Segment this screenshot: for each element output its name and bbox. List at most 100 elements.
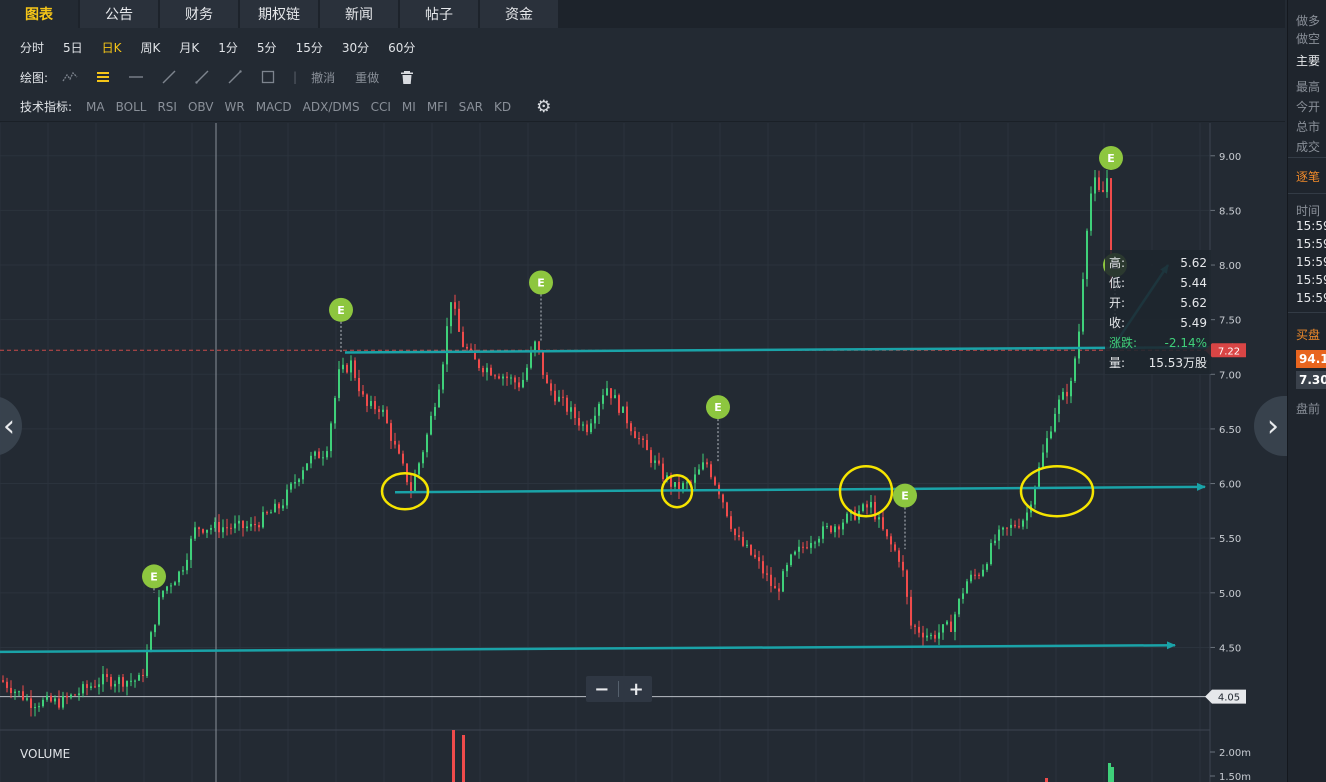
panel-item: 15:59 — [1296, 219, 1326, 233]
candle-body — [614, 395, 616, 399]
period-1[interactable]: 5日 — [63, 39, 83, 56]
indicator-mfi[interactable]: MFI — [427, 100, 448, 114]
earnings-marker-label: E — [1107, 152, 1115, 165]
support-trendline-mid[interactable] — [394, 482, 1206, 494]
indicator-cci[interactable]: CCI — [371, 100, 391, 114]
volume-bar — [452, 730, 455, 782]
support-trendline-low[interactable] — [0, 641, 1176, 654]
undo-button[interactable]: 撤消 — [311, 69, 335, 86]
panel-item: 15:59 — [1296, 255, 1326, 269]
candle-body — [194, 527, 196, 539]
info-key: 开: — [1109, 296, 1126, 310]
candle-body — [138, 675, 140, 681]
period-9[interactable]: 60分 — [388, 39, 415, 56]
gear-icon[interactable]: ⚙ — [536, 97, 551, 117]
candle-body — [922, 632, 924, 638]
drawing-label: 绘图: — [20, 70, 49, 85]
tab-3[interactable]: 期权链 — [240, 0, 318, 28]
info-key: 收: — [1109, 316, 1126, 330]
zoom-in-button[interactable]: + — [621, 679, 651, 700]
highlight-circle[interactable] — [1019, 464, 1095, 518]
candle-body — [422, 452, 424, 464]
candle-body — [398, 444, 400, 454]
candle-body — [374, 401, 376, 410]
candle-body — [230, 527, 232, 529]
candle-body — [1086, 230, 1088, 280]
highlight-circle[interactable] — [838, 464, 894, 518]
candle-body — [274, 503, 276, 513]
candle-body — [822, 526, 824, 539]
indicator-kd[interactable]: KD — [494, 100, 511, 114]
period-0[interactable]: 分时 — [20, 39, 44, 56]
extended-line-icon[interactable] — [227, 69, 243, 85]
indicator-macd[interactable]: MACD — [256, 100, 292, 114]
candle-body — [338, 369, 340, 398]
indicator-obv[interactable]: OBV — [188, 100, 214, 114]
candle-body — [174, 582, 176, 586]
candle-body — [774, 585, 776, 589]
indicator-boll[interactable]: BOLL — [116, 100, 147, 114]
rectangle-icon[interactable] — [260, 69, 276, 85]
period-8[interactable]: 30分 — [342, 39, 369, 56]
ray-line-icon[interactable] — [161, 69, 177, 85]
candle-body — [1026, 512, 1028, 521]
candle-body — [266, 512, 268, 514]
candle-body — [302, 470, 304, 480]
candle-body — [142, 675, 144, 677]
horizontal-line-icon[interactable] — [128, 69, 144, 85]
period-2[interactable]: 日K — [102, 39, 122, 56]
candlestick-chart[interactable]: 9.00 8.50 8.00 7.50 7.00 6.50 6.00 5.50 5.00 4.50… — [0, 123, 1285, 782]
candle-body — [1018, 526, 1020, 528]
trend-wave-icon[interactable] — [62, 69, 78, 85]
tab-0[interactable]: 图表 — [0, 0, 78, 28]
indicator-ma[interactable]: MA — [86, 100, 105, 114]
zoom-out-button[interactable]: − — [587, 679, 617, 700]
panel-item: 15:59 — [1296, 273, 1326, 287]
indicator-wr[interactable]: WR — [224, 100, 244, 114]
candle-body — [370, 401, 372, 406]
parallel-lines-icon[interactable] — [95, 69, 111, 85]
trash-icon[interactable] — [399, 69, 415, 85]
candle-body — [126, 680, 128, 687]
candle-body — [62, 695, 64, 708]
panel-divider — [1288, 157, 1326, 158]
tab-6[interactable]: 资金 — [480, 0, 558, 28]
candle-body — [1098, 177, 1100, 190]
candle-body — [866, 504, 868, 508]
candle-body — [542, 351, 544, 375]
tab-1[interactable]: 公告 — [80, 0, 158, 28]
indicator-rsi[interactable]: RSI — [157, 100, 177, 114]
redo-button[interactable]: 重做 — [355, 69, 379, 86]
panel-item[interactable]: 逐笔 — [1296, 168, 1320, 185]
candle-body — [354, 360, 356, 378]
candle-body — [42, 699, 44, 707]
candle-body — [722, 494, 724, 503]
indicator-adx-dms[interactable]: ADX/DMS — [303, 100, 360, 114]
period-4[interactable]: 月K — [179, 39, 199, 56]
candle-body — [318, 451, 320, 459]
candle-body — [242, 520, 244, 529]
candle-body — [518, 382, 520, 388]
candle-body — [238, 520, 240, 524]
candle-body — [818, 538, 820, 543]
volume-tick-label: 2.00m — [1219, 748, 1251, 759]
candle-body — [330, 423, 332, 452]
candle-body — [450, 302, 452, 327]
period-7[interactable]: 15分 — [296, 39, 323, 56]
candle-body — [826, 525, 828, 527]
period-5[interactable]: 1分 — [218, 39, 238, 56]
indicator-mi[interactable]: MI — [402, 100, 416, 114]
tab-4[interactable]: 新闻 — [320, 0, 398, 28]
info-key: 低: — [1109, 276, 1126, 290]
info-value: -2.14% — [1164, 336, 1207, 350]
segment-line-icon[interactable] — [194, 69, 210, 85]
candle-body — [622, 406, 624, 413]
tab-5[interactable]: 帖子 — [400, 0, 478, 28]
indicator-sar[interactable]: SAR — [459, 100, 483, 114]
tab-2[interactable]: 财务 — [160, 0, 238, 28]
period-6[interactable]: 5分 — [257, 39, 277, 56]
period-3[interactable]: 周K — [141, 39, 161, 56]
panel-item: 15:59 — [1296, 291, 1326, 305]
candle-body — [582, 424, 584, 426]
candle-body — [26, 698, 28, 700]
